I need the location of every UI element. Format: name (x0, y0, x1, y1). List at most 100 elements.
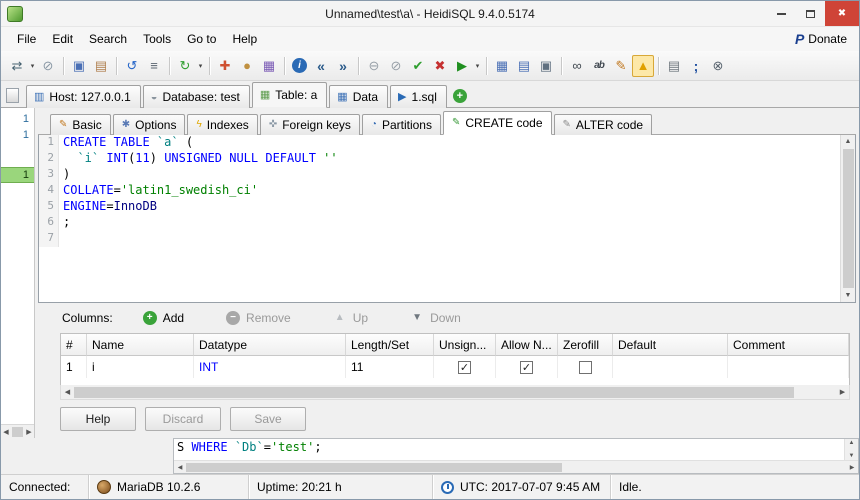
minimize-button[interactable] (767, 1, 796, 26)
export-database-button[interactable]: ▦ (258, 55, 280, 77)
scroll-right-icon[interactable] (846, 464, 858, 471)
tab-data[interactable]: ▦Data (329, 85, 388, 108)
tree-item[interactable]: 1 (1, 127, 34, 143)
down-button[interactable]: ▼Down (410, 311, 461, 325)
data-grid-button[interactable]: ▦ (491, 55, 513, 77)
print-button[interactable]: ≡ (143, 55, 165, 77)
tab-database[interactable]: ◒Database: test (143, 85, 250, 108)
macros-button[interactable]: ; (685, 55, 707, 77)
user-manager-button[interactable]: ● (236, 55, 258, 77)
subtab-options[interactable]: ✱Options (113, 114, 186, 135)
tree-item[interactable]: 1 (1, 167, 34, 183)
up-button[interactable]: ▲Up (333, 311, 368, 325)
tab-query[interactable]: ▶1.sql (390, 85, 447, 108)
save-button[interactable]: ▣ (535, 55, 557, 77)
scroll-right-icon[interactable] (24, 428, 34, 436)
subtab-foreign-keys[interactable]: ✜Foreign keys (260, 114, 360, 135)
go-last-button[interactable]: » (332, 55, 354, 77)
menu-go-to[interactable]: Go to (179, 29, 224, 49)
close-button[interactable]: ✖ (825, 1, 859, 26)
tree-hscrollbar[interactable] (1, 424, 34, 438)
cell-name[interactable]: i (87, 356, 194, 378)
scroll-left-icon[interactable] (174, 464, 186, 471)
zerofill-checkbox[interactable] (579, 361, 592, 374)
commit-button[interactable]: ✔ (407, 55, 429, 77)
menu-edit[interactable]: Edit (44, 29, 81, 49)
menu-file[interactable]: File (9, 29, 44, 49)
subtab-create-code[interactable]: ✎CREATE code (443, 111, 552, 135)
discard-button[interactable]: Discard (145, 407, 221, 431)
column-header--[interactable]: # (61, 334, 87, 356)
scroll-down-icon[interactable] (849, 453, 855, 459)
cell-zerofill[interactable] (558, 356, 613, 378)
grid-hscrollbar[interactable] (60, 385, 850, 400)
maximize-button[interactable] (796, 1, 825, 26)
new-window-button[interactable]: ✚ (214, 55, 236, 77)
cell-comment[interactable] (728, 356, 849, 378)
sql-log-text[interactable]: S WHERE `Db`='test'; (174, 439, 844, 460)
remove-button[interactable]: −Remove (226, 311, 291, 325)
subtab-partitions[interactable]: ◔Partitions (362, 114, 441, 135)
cell-default_value[interactable] (613, 356, 728, 378)
cell-unsigned[interactable] (434, 356, 496, 378)
subtab-indexes[interactable]: ϟIndexes (187, 114, 257, 135)
find-button[interactable]: ∞ (566, 55, 588, 77)
tree-item[interactable]: 1 (1, 111, 34, 127)
scroll-right-icon[interactable] (836, 388, 849, 396)
donate-button[interactable]: Donate (795, 31, 851, 47)
tab-host[interactable]: ▥Host: 127.0.0.1 (26, 85, 141, 108)
refresh-dropdown[interactable]: ▾ (196, 55, 205, 77)
column-header-name[interactable]: Name (87, 334, 194, 356)
subtab-basic[interactable]: ✎Basic (50, 114, 111, 135)
refresh-button[interactable]: ↻ (174, 55, 196, 77)
help-button[interactable]: Help (60, 407, 136, 431)
cell-datatype[interactable]: INT (194, 356, 346, 378)
rollback-button[interactable]: ✖ (429, 55, 451, 77)
scroll-thumb[interactable] (12, 427, 23, 437)
menu-search[interactable]: Search (81, 29, 135, 49)
column-header-default[interactable]: Default (613, 334, 728, 356)
execute-dropdown[interactable]: ▾ (473, 55, 482, 77)
edit-button[interactable]: ✎ (610, 55, 632, 77)
scroll-down-icon[interactable] (845, 289, 852, 302)
snippets-button[interactable]: ▤ (663, 55, 685, 77)
column-header-allow-n-[interactable]: Allow N... (496, 334, 558, 356)
skip-button[interactable]: ⊘ (385, 55, 407, 77)
pause-button[interactable]: ⊖ (363, 55, 385, 77)
save-button[interactable]: Save (230, 407, 306, 431)
allow-null-checkbox[interactable] (520, 361, 533, 374)
scroll-left-icon[interactable] (1, 428, 11, 436)
execute-button[interactable]: ▶ (451, 55, 473, 77)
column-header-comment[interactable]: Comment (728, 334, 849, 356)
info-button[interactable]: i (292, 58, 307, 73)
column-header-unsign-[interactable]: Unsign... (434, 334, 496, 356)
code-area[interactable]: 1CREATE TABLE `a` (2 `i` INT(11) UNSIGNE… (39, 135, 840, 302)
log-hscrollbar[interactable] (174, 460, 858, 473)
scroll-thumb[interactable] (186, 463, 562, 472)
menu-help[interactable]: Help (224, 29, 265, 49)
create-code-editor[interactable]: 1CREATE TABLE `a` (2 `i` INT(11) UNSIGNE… (38, 135, 856, 303)
disconnect-button[interactable]: ⊘ (37, 55, 59, 77)
column-header-length-set[interactable]: Length/Set (346, 334, 434, 356)
menu-tools[interactable]: Tools (135, 29, 179, 49)
copy-button[interactable]: ▣ (68, 55, 90, 77)
replace-button[interactable]: ab (588, 55, 610, 77)
column-header-datatype[interactable]: Datatype (194, 334, 346, 356)
tab-table[interactable]: ▦Table: a (252, 82, 327, 108)
export-grid-button[interactable]: ▤ (513, 55, 535, 77)
scroll-left-icon[interactable] (61, 388, 74, 396)
new-query-tab-button[interactable] (453, 89, 467, 103)
cell-allow_null[interactable] (496, 356, 558, 378)
go-first-button[interactable]: « (310, 55, 332, 77)
scroll-up-icon[interactable] (845, 135, 852, 148)
table-row[interactable]: 1iINT11 (61, 356, 849, 378)
paste-button[interactable]: ▤ (90, 55, 112, 77)
log-vscrollbar[interactable] (844, 439, 858, 460)
scroll-thumb[interactable] (843, 149, 854, 288)
scroll-thumb[interactable] (74, 387, 794, 398)
unsigned-checkbox[interactable] (458, 361, 471, 374)
subtab-alter-code[interactable]: ✎ALTER code (554, 114, 653, 135)
session-manager-button[interactable]: ⇄ (6, 55, 28, 77)
cell-num[interactable]: 1 (61, 356, 87, 378)
highlight-button[interactable]: ▲ (632, 55, 654, 77)
